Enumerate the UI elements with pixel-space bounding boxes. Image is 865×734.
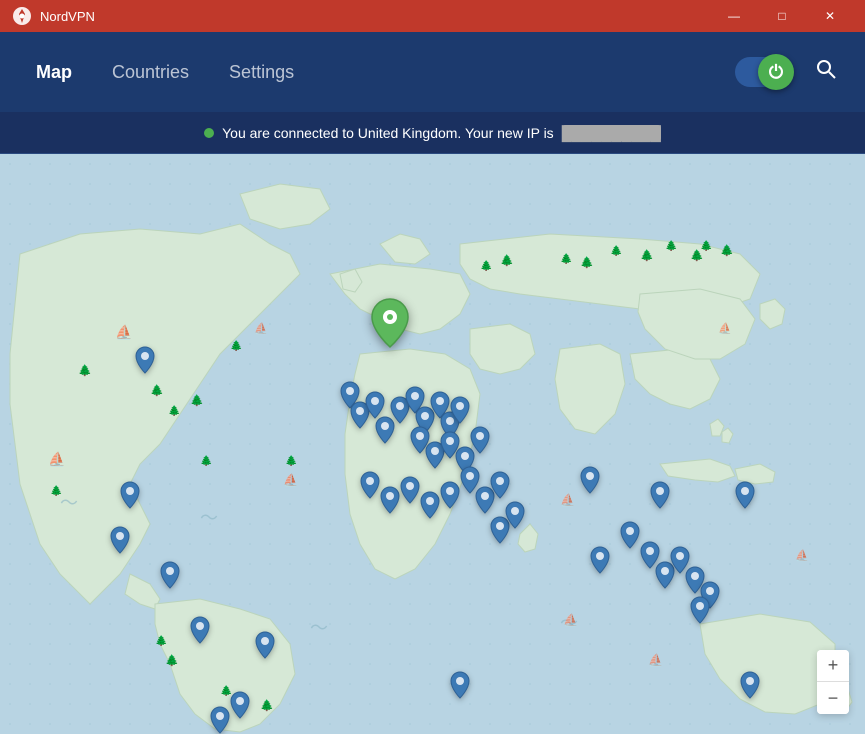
nav-right: ⏻ xyxy=(735,54,845,90)
pin-sea7[interactable] xyxy=(689,596,711,624)
svg-text:🌲: 🌲 xyxy=(165,654,179,667)
pin-eu19[interactable] xyxy=(419,491,441,519)
pin-india[interactable] xyxy=(589,546,611,574)
pin-china[interactable] xyxy=(649,481,671,509)
pin-eu23[interactable] xyxy=(489,471,511,499)
svg-text:⛵: ⛵ xyxy=(563,613,578,627)
pin-us-w[interactable] xyxy=(134,346,156,374)
search-button[interactable] xyxy=(807,54,845,90)
svg-text:🌲: 🌲 xyxy=(665,239,677,252)
status-dot xyxy=(204,128,214,138)
svg-text:🌲: 🌲 xyxy=(700,239,712,252)
toggle-thumb: ⏻ xyxy=(758,54,794,90)
pin-canada[interactable] xyxy=(159,561,181,589)
close-button[interactable]: ✕ xyxy=(807,0,853,32)
pin-africa[interactable] xyxy=(449,671,471,699)
svg-text:⛵: ⛵ xyxy=(254,322,268,335)
app-logo xyxy=(12,6,32,26)
pin-us-e[interactable] xyxy=(119,481,141,509)
toggle-track[interactable]: ⏻ xyxy=(735,57,791,87)
svg-text:🌲: 🌲 xyxy=(260,699,274,712)
svg-text:🌲: 🌲 xyxy=(155,634,167,647)
pin-sa-s2[interactable] xyxy=(209,706,231,734)
pin-eu18[interactable] xyxy=(399,476,421,504)
nav-settings[interactable]: Settings xyxy=(213,54,310,91)
svg-text:⛵: ⛵ xyxy=(115,324,132,341)
svg-text:⛵: ⛵ xyxy=(560,493,575,507)
svg-text:🌲: 🌲 xyxy=(78,364,92,377)
app-title: NordVPN xyxy=(40,9,95,24)
pin-au1[interactable] xyxy=(739,671,761,699)
search-icon xyxy=(815,58,837,80)
statusbar: You are connected to United Kingdom. You… xyxy=(0,112,865,154)
svg-text:🌲: 🌲 xyxy=(230,339,242,352)
pin-us-s[interactable] xyxy=(109,526,131,554)
zoom-in-button[interactable]: + xyxy=(817,650,849,682)
pin-eu16[interactable] xyxy=(359,471,381,499)
maximize-button[interactable]: □ xyxy=(759,0,805,32)
power-icon: ⏻ xyxy=(769,62,783,83)
svg-text:🌲: 🌲 xyxy=(480,259,492,272)
pin-sea1[interactable] xyxy=(619,521,641,549)
svg-text:🌲: 🌲 xyxy=(720,244,734,257)
pin-eu10[interactable] xyxy=(449,396,471,424)
svg-text:🌲: 🌲 xyxy=(285,454,297,467)
svg-text:⛵: ⛵ xyxy=(48,451,65,468)
pin-sa-s1[interactable] xyxy=(229,691,251,719)
pin-brazil[interactable] xyxy=(254,631,276,659)
pin-russia[interactable] xyxy=(579,466,601,494)
svg-text:🌲: 🌲 xyxy=(500,254,514,267)
pin-eu20[interactable] xyxy=(439,481,461,509)
svg-text:🌲: 🌲 xyxy=(150,384,164,397)
nav-links: Map Countries Settings xyxy=(20,54,310,91)
status-ip: ██████████ xyxy=(562,125,661,141)
svg-text:〜: 〜 xyxy=(200,508,218,528)
pin-uk[interactable] xyxy=(369,297,411,349)
zoom-controls: + − xyxy=(817,650,849,714)
svg-text:🌲: 🌲 xyxy=(50,484,62,497)
titlebar-controls: — □ ✕ xyxy=(711,0,853,32)
pin-japan[interactable] xyxy=(734,481,756,509)
svg-text:🌲: 🌲 xyxy=(580,256,594,269)
status-text: You are connected to United Kingdom. You… xyxy=(222,125,554,141)
svg-text:〜: 〜 xyxy=(60,493,78,513)
svg-text:🌲: 🌲 xyxy=(200,454,212,467)
svg-text:⛵: ⛵ xyxy=(718,322,732,335)
svg-text:⛵: ⛵ xyxy=(648,653,663,667)
vpn-toggle[interactable]: ⏻ xyxy=(735,57,791,87)
pin-eu15[interactable] xyxy=(469,426,491,454)
titlebar: NordVPN — □ ✕ xyxy=(0,0,865,32)
nav-countries[interactable]: Countries xyxy=(96,54,205,91)
svg-text:⛵: ⛵ xyxy=(795,549,809,562)
pin-sa-n[interactable] xyxy=(189,616,211,644)
pin-me2[interactable] xyxy=(504,501,526,529)
nav-map[interactable]: Map xyxy=(20,54,88,91)
svg-text:⛵: ⛵ xyxy=(283,473,298,487)
svg-text:🌲: 🌲 xyxy=(190,394,204,407)
minimize-button[interactable]: — xyxy=(711,0,757,32)
svg-text:🌲: 🌲 xyxy=(610,244,622,257)
svg-text:🌲: 🌲 xyxy=(168,404,180,417)
pin-eu3[interactable] xyxy=(364,391,386,419)
pin-eu17[interactable] xyxy=(379,486,401,514)
svg-text:〜: 〜 xyxy=(310,618,328,638)
map-area: 〜 〜 〜 〜 〜 〜 〜 〜 〜 ⛵ ⛵ ⛵ ⛵ ⛵ ⛵ ⛵ ⛵ ⛵ ⛵ ⛵ … xyxy=(0,154,865,734)
navbar: Map Countries Settings ⏻ xyxy=(0,32,865,112)
titlebar-left: NordVPN xyxy=(12,6,95,26)
svg-text:🌲: 🌲 xyxy=(640,249,654,262)
zoom-out-button[interactable]: − xyxy=(817,682,849,714)
svg-text:🌲: 🌲 xyxy=(560,252,572,265)
